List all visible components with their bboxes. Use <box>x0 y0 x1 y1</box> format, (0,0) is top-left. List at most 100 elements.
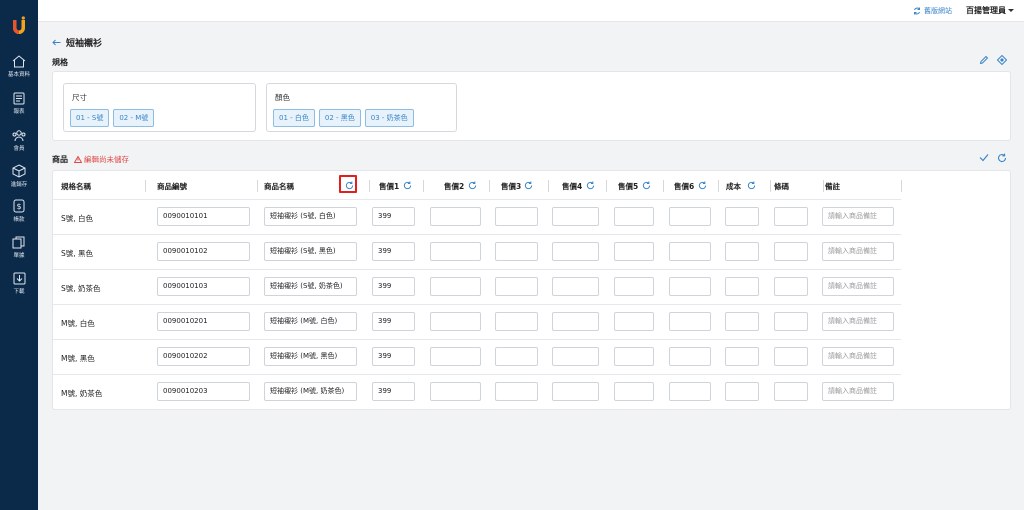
barcode-input[interactable] <box>774 242 808 261</box>
spec-chip[interactable]: 02 - M號 <box>113 109 155 127</box>
nav-item-accounts[interactable]: $ 帳款 <box>0 199 38 223</box>
back-arrow-icon[interactable] <box>52 39 61 46</box>
price4-input[interactable] <box>552 347 599 366</box>
price5-input[interactable] <box>614 347 654 366</box>
cost-input[interactable] <box>725 312 759 331</box>
check-icon[interactable] <box>979 153 989 162</box>
price2-input[interactable] <box>430 312 481 331</box>
products-table: 規格名稱 商品編號 商品名稱 售價1 售價2 售價3 售價4 售價5 售價6 成本 條碼 備註 S號,… <box>52 170 1011 410</box>
price5-input[interactable] <box>614 207 654 226</box>
spec-chip[interactable]: 01 - S號 <box>70 109 110 127</box>
refresh-icon[interactable] <box>642 181 651 190</box>
price4-input[interactable] <box>552 207 599 226</box>
refresh-icon[interactable] <box>586 181 595 190</box>
barcode-input[interactable] <box>774 312 808 331</box>
product-name-input[interactable]: 短袖襯衫 (S號, 奶茶色) <box>264 277 357 296</box>
spec-chip[interactable]: 02 - 黑色 <box>318 109 361 127</box>
barcode-input[interactable] <box>774 347 808 366</box>
price5-input[interactable] <box>614 312 654 331</box>
price1-input[interactable]: 399 <box>372 242 415 261</box>
price3-input[interactable] <box>495 207 538 226</box>
product-name-input[interactable]: 短袖襯衫 (S號, 黑色) <box>264 242 357 261</box>
user-menu[interactable]: 百揚管理員 <box>966 5 1014 16</box>
barcode-input[interactable] <box>774 382 808 401</box>
spec-chip[interactable]: 03 - 奶茶色 <box>364 109 414 127</box>
product-name-input[interactable]: 短袖襯衫 (M號, 奶茶色) <box>264 382 357 401</box>
spec-panel: 尺寸 01 - S號 02 - M號 顏色 01 - 白色 02 - 黑色 03… <box>52 71 1011 141</box>
nav-item-download[interactable]: 下載 <box>0 272 38 295</box>
price3-input[interactable] <box>495 382 538 401</box>
column-header: 規格名稱 <box>61 181 91 192</box>
price4-input[interactable] <box>552 242 599 261</box>
nav-item-basic-data[interactable]: 基本資料 <box>0 55 38 78</box>
product-name-input[interactable]: 短袖襯衫 (M號, 白色) <box>264 312 357 331</box>
price6-input[interactable] <box>669 347 711 366</box>
price1-input[interactable]: 399 <box>372 207 415 226</box>
refresh-icon[interactable] <box>997 153 1007 163</box>
price1-input[interactable]: 399 <box>372 277 415 296</box>
old-site-link[interactable]: 舊版網站 <box>913 6 952 16</box>
refresh-icon[interactable] <box>524 181 533 190</box>
refresh-icon[interactable] <box>468 181 477 190</box>
refresh-icon[interactable] <box>403 181 412 190</box>
price2-input[interactable] <box>430 277 481 296</box>
diamond-sort-icon[interactable] <box>997 55 1007 65</box>
price6-input[interactable] <box>669 382 711 401</box>
price5-input[interactable] <box>614 242 654 261</box>
price4-input[interactable] <box>552 312 599 331</box>
nav-item-report[interactable]: 報表 <box>0 92 38 115</box>
price2-input[interactable] <box>430 242 481 261</box>
price6-input[interactable] <box>669 312 711 331</box>
price2-input[interactable] <box>430 207 481 226</box>
edit-pencil-icon[interactable] <box>979 55 989 65</box>
note-input[interactable]: 請輸入商品備註 <box>822 382 894 401</box>
nav-item-members[interactable]: 會員 <box>0 129 38 152</box>
column-header: 售價4 <box>562 181 582 192</box>
nav-item-inventory[interactable]: 進銷存 <box>0 164 38 188</box>
price3-input[interactable] <box>495 242 538 261</box>
barcode-input[interactable] <box>774 277 808 296</box>
product-code-input[interactable]: 0090010102 <box>157 242 250 261</box>
cost-input[interactable] <box>725 382 759 401</box>
price6-input[interactable] <box>669 277 711 296</box>
nav-item-documents[interactable]: 單據 <box>0 236 38 259</box>
price2-input[interactable] <box>430 347 481 366</box>
refresh-icon[interactable] <box>747 181 756 190</box>
price6-input[interactable] <box>669 242 711 261</box>
product-code-input[interactable]: 0090010201 <box>157 312 250 331</box>
product-code-input[interactable]: 0090010203 <box>157 382 250 401</box>
spec-card-color: 顏色 01 - 白色 02 - 黑色 03 - 奶茶色 <box>266 83 457 132</box>
refresh-icon[interactable] <box>698 181 707 190</box>
cost-input[interactable] <box>725 347 759 366</box>
nav-label: 帳款 <box>13 217 25 223</box>
note-input[interactable]: 請輸入商品備註 <box>822 277 894 296</box>
note-input[interactable]: 請輸入商品備註 <box>822 347 894 366</box>
price5-input[interactable] <box>614 382 654 401</box>
product-code-input[interactable]: 0090010202 <box>157 347 250 366</box>
price4-input[interactable] <box>552 277 599 296</box>
product-name-input[interactable]: 短袖襯衫 (M號, 黑色) <box>264 347 357 366</box>
price3-input[interactable] <box>495 277 538 296</box>
barcode-input[interactable] <box>774 207 808 226</box>
spec-name-cell: M號, 白色 <box>61 319 95 328</box>
note-input[interactable]: 請輸入商品備註 <box>822 312 894 331</box>
price1-input[interactable]: 399 <box>372 312 415 331</box>
note-input[interactable]: 請輸入商品備註 <box>822 207 894 226</box>
cost-input[interactable] <box>725 242 759 261</box>
price3-input[interactable] <box>495 312 538 331</box>
price5-input[interactable] <box>614 277 654 296</box>
column-header-label: 售價1 <box>379 182 400 191</box>
note-input[interactable]: 請輸入商品備註 <box>822 242 894 261</box>
price2-input[interactable] <box>430 382 481 401</box>
price6-input[interactable] <box>669 207 711 226</box>
price1-input[interactable]: 399 <box>372 382 415 401</box>
cost-input[interactable] <box>725 207 759 226</box>
price1-input[interactable]: 399 <box>372 347 415 366</box>
product-name-input[interactable]: 短袖襯衫 (S號, 白色) <box>264 207 357 226</box>
price3-input[interactable] <box>495 347 538 366</box>
cost-input[interactable] <box>725 277 759 296</box>
spec-chip[interactable]: 01 - 白色 <box>273 109 315 127</box>
product-code-input[interactable]: 0090010103 <box>157 277 250 296</box>
price4-input[interactable] <box>552 382 599 401</box>
product-code-input[interactable]: 0090010101 <box>157 207 250 226</box>
